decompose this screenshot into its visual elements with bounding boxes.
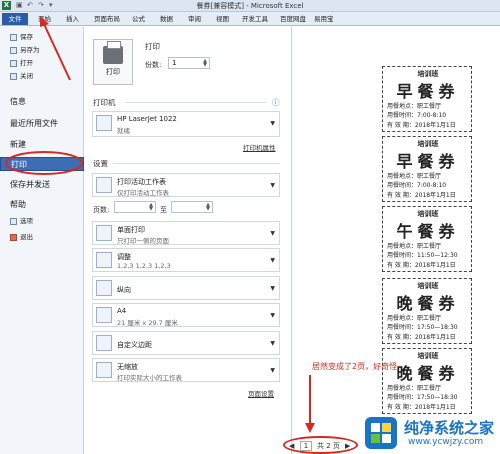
nav-open[interactable]: 打开	[0, 58, 84, 69]
nav-save[interactable]: 保存	[0, 32, 84, 43]
title-bar: X ▣ ↶ ↷ ▾ 餐券[兼容模式] - Microsoft Excel	[0, 0, 500, 12]
orientation-dropdown[interactable]: 纵向 ▼	[92, 276, 280, 300]
options-icon	[10, 218, 17, 225]
pages-to-input[interactable]: ▲ ▼	[171, 201, 213, 213]
chevron-down-icon: ▼	[270, 257, 275, 264]
chevron-down-icon: ▼	[270, 312, 275, 319]
printer-icon	[103, 41, 123, 64]
chevron-down-icon: ▼	[270, 182, 275, 189]
chevron-down-icon: ▼	[270, 120, 275, 127]
tab-formulas[interactable]: 公式	[132, 14, 145, 25]
tab-insert[interactable]: 插入	[66, 14, 79, 25]
nav-help[interactable]: 帮助	[0, 198, 84, 212]
tab-view[interactable]: 视图	[216, 14, 229, 25]
meal-ticket: 培训班 早餐券 用餐地点：职工餐厅 用餐时间：7:00-8:10 有 效 期：2…	[382, 66, 472, 132]
pages-from-spinner[interactable]: ▲ ▼	[148, 203, 154, 212]
copies-input[interactable]: 1 ▲ ▼	[168, 57, 210, 69]
window-title: 餐券[兼容模式] - Microsoft Excel	[196, 2, 304, 10]
close-file-icon	[10, 73, 17, 80]
page-number-input[interactable]: 1	[300, 441, 312, 451]
tab-file[interactable]: 文件	[2, 13, 28, 25]
tab-review[interactable]: 审阅	[188, 14, 201, 25]
printer-title: 打印机	[93, 98, 116, 107]
chevron-down-icon: ▼	[270, 230, 275, 237]
meal-ticket: 培训班 午餐券 用餐地点：职工餐厅 用餐时间：11:50—12:30 有 效 期…	[382, 206, 472, 272]
ribbon-tabs: 文件 开始 插入 页面布局 公式 数据 审阅 视图 开发工具 百度网盘 易用宝	[0, 12, 500, 26]
exit-icon	[10, 234, 17, 241]
pages-to-spinner[interactable]: ▲ ▼	[205, 203, 211, 212]
nav-recent[interactable]: 最近所用文件	[0, 117, 84, 131]
info-icon[interactable]: ⓘ	[272, 97, 280, 108]
annotation-text: 居然变成了2页，好奇怪	[312, 362, 398, 371]
one-sided-icon	[96, 225, 112, 241]
nav-new[interactable]: 新建	[0, 138, 84, 152]
nav-save-send[interactable]: 保存并发送	[0, 178, 84, 192]
scaling-icon	[96, 362, 112, 378]
collate-icon	[96, 252, 112, 268]
meal-ticket: 培训班 晚餐券 用餐地点：职工餐厅 用餐时间：17:50—18:30 有 效 期…	[382, 348, 472, 414]
meal-ticket: 培训班 晚餐券 用餐地点：职工餐厅 用餐时间：17:50—18:30 有 效 期…	[382, 278, 472, 344]
save-as-icon	[10, 47, 17, 54]
divider	[125, 102, 267, 103]
worksheet-icon	[96, 177, 112, 193]
nav-options[interactable]: 选项	[0, 216, 84, 227]
nav-print[interactable]: 打印	[0, 157, 84, 171]
sides-dropdown[interactable]: 单面打印 只打印一侧的页面 ▼	[92, 221, 280, 245]
scaling-dropdown[interactable]: 无缩放 打印实际大小的工作表 ▼	[92, 358, 280, 382]
tab-baidu[interactable]: 百度网盘	[280, 14, 306, 25]
pages-to-label: 至	[160, 206, 167, 214]
meal-ticket: 培训班 早餐券 用餐地点：职工餐厅 用餐时间：7:00-8:10 有 效 期：2…	[382, 136, 472, 202]
collate-dropdown[interactable]: 调整 1,2,3 1,2,3 1,2,3 ▼	[92, 248, 280, 272]
nav-exit[interactable]: 退出	[0, 232, 84, 243]
chevron-down-icon: ▼	[270, 285, 275, 292]
page-setup-link[interactable]: 页面设置	[248, 388, 274, 398]
page-navigator: ◀ 1 共 2 页 ▶	[283, 436, 358, 454]
settings-title: 设置	[93, 159, 108, 168]
preview-page: 培训班 早餐券 用餐地点：职工餐厅 用餐时间：7:00-8:10 有 效 期：2…	[382, 66, 472, 441]
nav-info[interactable]: 信息	[0, 95, 84, 109]
next-page-button[interactable]: ▶	[345, 440, 350, 452]
printer-properties-link[interactable]: 打印机属性	[243, 142, 276, 152]
watermark-title: 纯净系统之家	[404, 419, 495, 437]
copies-label: 份数:	[145, 61, 162, 69]
chevron-down-icon: ▼	[270, 367, 275, 374]
copies-spinner[interactable]: ▲ ▼	[202, 59, 208, 68]
paper-icon	[96, 307, 112, 323]
save-icon	[10, 34, 17, 41]
watermark: 纯净系统之家 www.ycwjzy.com	[360, 413, 500, 454]
watermark-url: www.ycwjzy.com	[408, 437, 484, 447]
portrait-icon	[96, 280, 112, 296]
tab-developer[interactable]: 开发工具	[242, 14, 268, 25]
printer-dropdown[interactable]: HP LaserJet 1022 就绪 ▼	[92, 111, 280, 137]
watermark-logo	[365, 417, 397, 449]
pages-from-input[interactable]: ▲ ▼	[114, 201, 156, 213]
prev-page-button[interactable]: ◀	[289, 440, 294, 452]
paper-size-dropdown[interactable]: A4 21 厘米 x 29.7 厘米 ▼	[92, 303, 280, 327]
chevron-down-icon: ▼	[270, 340, 275, 347]
divider	[113, 163, 280, 164]
print-button[interactable]: 打印	[93, 39, 133, 85]
nav-save-as[interactable]: 另存为	[0, 45, 84, 56]
backstage-nav: 保存 另存为 打开 关闭 信息 最近所用文件 新建 打印 保存并发送 帮助 选项…	[0, 27, 84, 454]
tab-data[interactable]: 数据	[160, 14, 173, 25]
folder-open-icon	[10, 60, 17, 67]
pages-label: 页数:	[93, 206, 110, 214]
nav-close[interactable]: 关闭	[0, 71, 84, 82]
print-preview: 培训班 早餐券 用餐地点：职工餐厅 用餐时间：7:00-8:10 有 效 期：2…	[291, 27, 500, 454]
print-what-dropdown[interactable]: 打印活动工作表 仅打印活动工作表 ▼	[92, 173, 280, 197]
tab-home[interactable]: 开始	[38, 14, 51, 25]
print-section-title: 打印	[145, 42, 160, 51]
tab-page-layout[interactable]: 页面布局	[94, 14, 120, 25]
page-total: 共 2 页	[317, 442, 340, 450]
tab-yiyongbao[interactable]: 易用宝	[314, 14, 334, 25]
printer-icon	[96, 115, 112, 131]
margins-dropdown[interactable]: 自定义边距 ▼	[92, 331, 280, 355]
margins-icon	[96, 335, 112, 351]
print-settings-pane: 打印 打印 份数: 1 ▲ ▼ 打印机 ⓘ HP LaserJet 1022 就绪…	[85, 27, 290, 454]
